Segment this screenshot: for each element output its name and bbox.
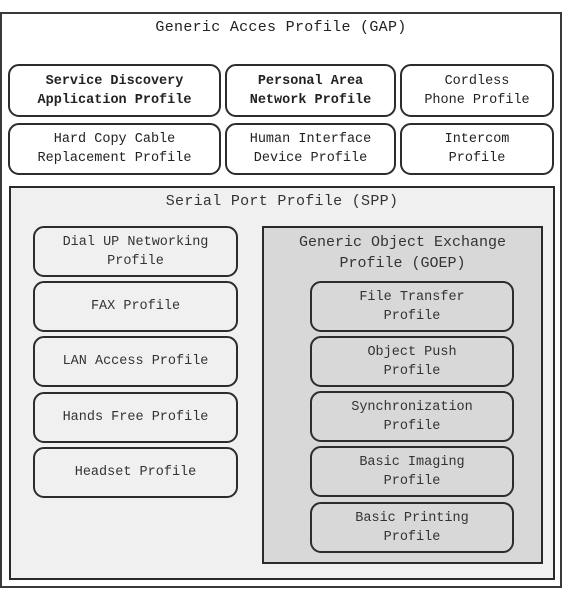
spp-profile-fax: FAX Profile — [33, 281, 238, 332]
spp-title: Serial Port Profile (SPP) — [165, 193, 399, 210]
gap-profile-personal-area-network: Personal Area Network Profile — [225, 64, 396, 117]
gap-profile-cordless-phone: Cordless Phone Profile — [400, 64, 554, 117]
gap-profile-intercom: Intercom Profile — [400, 123, 554, 175]
gap-profile-service-discovery: Service Discovery Application Profile — [8, 64, 221, 117]
gap-title: Generic Acces Profile (GAP) — [155, 19, 407, 36]
goep-title: Generic Object Exchange Profile (GOEP) — [298, 234, 507, 272]
spp-profile-hands-free: Hands Free Profile — [33, 392, 238, 443]
spp-profile-dial-up-networking: Dial UP Networking Profile — [33, 226, 238, 277]
gap-profile-human-interface-device: Human Interface Device Profile — [225, 123, 396, 175]
goep-profile-object-push: Object Push Profile — [310, 336, 514, 387]
spp-profile-headset: Headset Profile — [33, 447, 238, 498]
spp-profile-lan-access: LAN Access Profile — [33, 336, 238, 387]
goep-profile-basic-printing: Basic Printing Profile — [310, 502, 514, 553]
gap-profile-hard-copy-cable: Hard Copy Cable Replacement Profile — [8, 123, 221, 175]
goep-profile-file-transfer: File Transfer Profile — [310, 281, 514, 332]
goep-profile-synchronization: Synchronization Profile — [310, 391, 514, 442]
goep-profile-basic-imaging: Basic Imaging Profile — [310, 446, 514, 497]
